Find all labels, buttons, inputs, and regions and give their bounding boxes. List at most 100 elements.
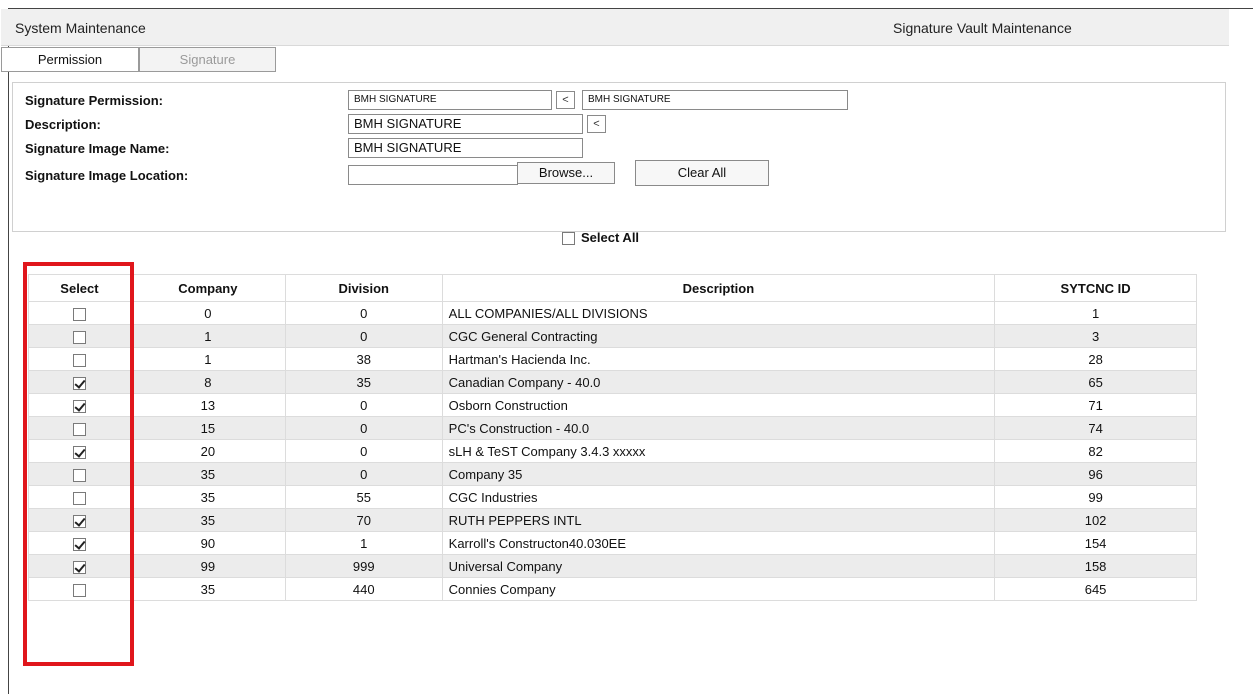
table-row[interactable]: 35 0 Company 35 96 — [28, 462, 1197, 486]
row-select-cell — [28, 485, 131, 509]
division-cell: 0 — [284, 393, 443, 417]
sytcnc-id-cell: 645 — [994, 577, 1197, 601]
description-cell: sLH & TeST Company 3.4.3 xxxxx — [441, 439, 996, 463]
signature-image-location-field[interactable] — [348, 165, 518, 185]
description-cell: Canadian Company - 40.0 — [441, 370, 996, 394]
division-cell: 70 — [284, 508, 443, 532]
table-row[interactable]: 15 0 PC's Construction - 40.0 74 — [28, 416, 1197, 440]
table-row[interactable]: 13 0 Osborn Construction 71 — [28, 393, 1197, 417]
column-header-select: Select — [28, 274, 131, 302]
row-select-cell — [28, 554, 131, 578]
tab-permission[interactable]: Permission — [1, 47, 139, 72]
sytcnc-id-cell: 99 — [994, 485, 1197, 509]
row-select-cell — [28, 508, 131, 532]
signature-form: Signature Permission: BMH SIGNATURE < BM… — [12, 82, 1226, 232]
column-header-sytcnc-id[interactable]: SYTCNC ID — [994, 274, 1197, 302]
company-cell: 35 — [129, 485, 286, 509]
row-select-checkbox[interactable] — [72, 445, 86, 459]
row-select-checkbox[interactable] — [72, 376, 86, 390]
division-cell: 0 — [284, 324, 443, 348]
company-cell: 15 — [129, 416, 286, 440]
description-arrow-button[interactable]: < — [587, 115, 606, 133]
select-all-checkbox[interactable] — [562, 232, 575, 246]
row-select-cell — [28, 439, 131, 463]
row-select-cell — [28, 577, 131, 601]
signature-image-name-field[interactable]: BMH SIGNATURE — [348, 138, 583, 158]
row-select-cell — [28, 462, 131, 486]
description-cell: Osborn Construction — [441, 393, 996, 417]
company-cell: 35 — [129, 462, 286, 486]
division-cell: 0 — [284, 439, 443, 463]
row-select-checkbox[interactable] — [72, 422, 86, 436]
row-select-checkbox[interactable] — [72, 560, 86, 574]
signature-image-location-label: Signature Image Location: — [25, 168, 189, 183]
division-cell: 440 — [284, 577, 443, 601]
table-row[interactable]: 35 55 CGC Industries 99 — [28, 485, 1197, 509]
table-row[interactable]: 35 70 RUTH PEPPERS INTL 102 — [28, 508, 1197, 532]
column-header-company[interactable]: Company — [129, 274, 286, 302]
table-row[interactable]: 90 1 Karroll's Constructon40.030EE 154 — [28, 531, 1197, 555]
browse-button[interactable]: Browse... — [517, 162, 615, 184]
title-bar: System Maintenance Signature Vault Maint… — [1, 9, 1229, 46]
description-cell: Hartman's Hacienda Inc. — [441, 347, 996, 371]
row-select-checkbox[interactable] — [72, 353, 86, 367]
sytcnc-id-cell: 28 — [994, 347, 1197, 371]
app-title: System Maintenance — [15, 20, 146, 36]
division-cell: 35 — [284, 370, 443, 394]
sytcnc-id-cell: 3 — [994, 324, 1197, 348]
table-row[interactable]: 8 35 Canadian Company - 40.0 65 — [28, 370, 1197, 394]
page-title: Signature Vault Maintenance — [893, 20, 1072, 36]
signature-permission-name-field[interactable]: BMH SIGNATURE — [582, 90, 848, 110]
row-select-checkbox[interactable] — [72, 583, 86, 597]
row-select-cell — [28, 416, 131, 440]
division-cell: 0 — [284, 301, 443, 325]
signature-permission-label: Signature Permission: — [25, 93, 163, 108]
column-header-description[interactable]: Description — [441, 274, 996, 302]
company-cell: 13 — [129, 393, 286, 417]
sytcnc-id-cell: 1 — [994, 301, 1197, 325]
table-row[interactable]: 20 0 sLH & TeST Company 3.4.3 xxxxx 82 — [28, 439, 1197, 463]
sytcnc-id-cell: 154 — [994, 531, 1197, 555]
division-cell: 38 — [284, 347, 443, 371]
company-cell: 20 — [129, 439, 286, 463]
table-row[interactable]: 1 0 CGC General Contracting 3 — [28, 324, 1197, 348]
row-select-checkbox[interactable] — [72, 307, 86, 321]
table-row[interactable]: 1 38 Hartman's Hacienda Inc. 28 — [28, 347, 1197, 371]
row-select-checkbox[interactable] — [72, 399, 86, 413]
row-select-checkbox[interactable] — [72, 491, 86, 505]
row-select-cell — [28, 531, 131, 555]
company-cell: 1 — [129, 347, 286, 371]
description-cell: ALL COMPANIES/ALL DIVISIONS — [441, 301, 996, 325]
sytcnc-id-cell: 65 — [994, 370, 1197, 394]
company-cell: 8 — [129, 370, 286, 394]
company-division-table: Select Company Division Description SYTC… — [28, 274, 1197, 601]
description-cell: Universal Company — [441, 554, 996, 578]
select-all-control[interactable]: Select All — [562, 230, 639, 246]
row-select-checkbox[interactable] — [72, 330, 86, 344]
row-select-checkbox[interactable] — [72, 514, 86, 528]
sytcnc-id-cell: 74 — [994, 416, 1197, 440]
description-cell: PC's Construction - 40.0 — [441, 416, 996, 440]
signature-permission-select[interactable]: BMH SIGNATURE — [348, 90, 552, 110]
division-cell: 999 — [284, 554, 443, 578]
table-row[interactable]: 0 0 ALL COMPANIES/ALL DIVISIONS 1 — [28, 301, 1197, 325]
row-select-cell — [28, 393, 131, 417]
division-cell: 0 — [284, 462, 443, 486]
company-cell: 0 — [129, 301, 286, 325]
description-cell: CGC General Contracting — [441, 324, 996, 348]
company-cell: 35 — [129, 577, 286, 601]
clear-all-button[interactable]: Clear All — [635, 160, 769, 186]
sytcnc-id-cell: 158 — [994, 554, 1197, 578]
permission-arrow-button[interactable]: < — [556, 91, 575, 109]
description-cell: Connies Company — [441, 577, 996, 601]
row-select-checkbox[interactable] — [72, 537, 86, 551]
company-cell: 99 — [129, 554, 286, 578]
tab-signature[interactable]: Signature — [139, 47, 276, 72]
row-select-cell — [28, 347, 131, 371]
table-row[interactable]: 35 440 Connies Company 645 — [28, 577, 1197, 601]
row-select-checkbox[interactable] — [72, 468, 86, 482]
column-header-division[interactable]: Division — [284, 274, 443, 302]
description-select[interactable]: BMH SIGNATURE — [348, 114, 583, 134]
description-cell: Karroll's Constructon40.030EE — [441, 531, 996, 555]
table-row[interactable]: 99 999 Universal Company 158 — [28, 554, 1197, 578]
